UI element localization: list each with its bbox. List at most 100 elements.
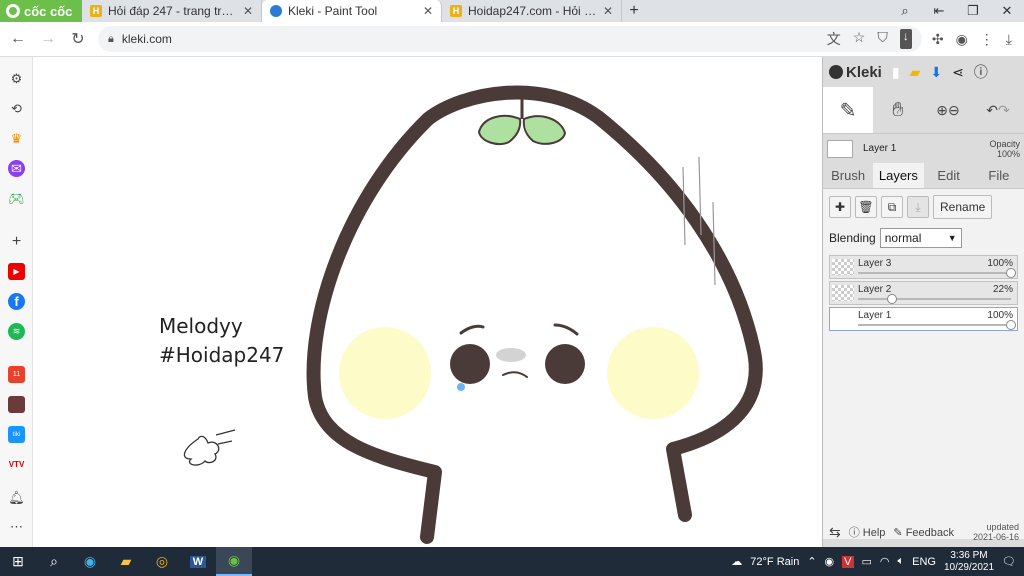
coccoc-logo[interactable]: cốc cốc <box>0 0 82 22</box>
delete-layer-button[interactable]: 🗑︎ <box>855 196 877 218</box>
tab-edit[interactable]: Edit <box>924 163 974 188</box>
more-icon[interactable]: ⋯ <box>8 518 25 535</box>
layer-item-1[interactable]: Layer 1 100% <box>829 307 1018 331</box>
save-download-icon[interactable]: ⬇ <box>930 64 942 81</box>
downloads-icon[interactable]: ⤓ <box>1006 31 1012 48</box>
brush-tool-button[interactable]: ✎ <box>823 87 873 133</box>
shield-icon[interactable]: ⛉ <box>877 29 888 49</box>
layer-list: Layer 3 100% Layer 2 22% Layer 1 100% <box>823 251 1024 337</box>
tab-brush[interactable]: Brush <box>823 163 873 188</box>
zoom-buttons[interactable]: ⊕ ⊖ <box>923 87 973 133</box>
redo-icon[interactable]: ↷ <box>998 102 1010 119</box>
chrome-button[interactable]: ◎ <box>144 547 180 576</box>
language-indicator[interactable]: ENG <box>912 556 936 568</box>
download-icon[interactable]: ↓ <box>899 29 912 49</box>
restore-window-button[interactable]: ❐ <box>956 3 990 19</box>
new-image-icon[interactable]: ▮ <box>892 64 900 81</box>
blending-select[interactable]: normal ▼ <box>879 228 962 248</box>
help-link[interactable]: ⓘ Help <box>849 524 886 540</box>
clock[interactable]: 3:36 PM 10/29/2021 <box>944 550 994 574</box>
profile-icon[interactable]: ◉ <box>956 31 968 48</box>
search-button[interactable]: ⌕ <box>36 547 72 576</box>
history-icon[interactable]: ⟲ <box>8 100 25 117</box>
tab-layers[interactable]: Layers <box>873 163 924 188</box>
game-thumbnail-icon[interactable] <box>8 396 25 413</box>
menu-icon[interactable]: ⋮ <box>980 31 994 48</box>
tab-search-icon[interactable]: ⌕ <box>888 3 922 19</box>
add-shortcut-icon[interactable]: + <box>8 233 25 250</box>
layer-item-3[interactable]: Layer 3 100% <box>829 255 1018 279</box>
opacity-slider-track[interactable] <box>858 324 1011 326</box>
duplicate-layer-button[interactable]: ⧉ <box>881 196 903 218</box>
tray-arrow-icon[interactable]: ⌃ <box>807 555 816 568</box>
help-circle-icon[interactable]: ⓘ <box>974 62 988 82</box>
tab-file[interactable]: File <box>974 163 1024 188</box>
swap-side-icon[interactable]: ⇆ <box>829 524 841 541</box>
crown-icon[interactable]: ♛ <box>8 130 25 147</box>
kleki-logo[interactable]: Kleki <box>829 64 882 81</box>
weather-text[interactable]: 72°F Rain <box>750 556 799 568</box>
tab-kleki[interactable]: Kleki - Paint Tool ✕ <box>262 0 442 22</box>
coccoc-taskbar-button[interactable]: ◉ <box>216 547 252 576</box>
wifi-icon[interactable]: ◠ <box>880 555 890 568</box>
youtube-icon[interactable]: ▶ <box>8 263 25 280</box>
tab-hoidap-1[interactable]: H Hỏi đáp 247 - trang tra loi ✕ <box>82 0 262 22</box>
reload-button[interactable]: ↻ <box>68 29 88 49</box>
bookmark-star-icon[interactable]: ☆ <box>853 29 866 49</box>
weather-icon[interactable]: ☁ <box>731 555 742 568</box>
layer-item-2[interactable]: Layer 2 22% <box>829 281 1018 305</box>
close-tab-icon[interactable]: ✕ <box>603 4 613 18</box>
open-folder-icon[interactable]: ▰ <box>910 64 921 81</box>
lock-icon[interactable]: 🔒︎ <box>108 33 114 46</box>
undo-redo-buttons[interactable]: ↶ ↷ <box>973 87 1023 133</box>
forward-button[interactable]: → <box>38 30 58 48</box>
right-eye <box>545 344 585 384</box>
add-layer-button[interactable]: ✚ <box>829 196 851 218</box>
tiki-icon[interactable]: tiki <box>8 426 25 443</box>
extensions-icon[interactable]: ✣ <box>932 31 944 48</box>
close-tab-icon[interactable]: ✕ <box>243 4 253 18</box>
opacity-slider-track[interactable] <box>858 298 1011 300</box>
messenger-icon[interactable]: ✉ <box>8 160 25 177</box>
tab-hoidap-2[interactable]: H Hoidap247.com - Hỏi đáp on ✕ <box>442 0 622 22</box>
facebook-icon[interactable]: f <box>8 293 25 310</box>
word-button[interactable]: W <box>180 547 216 576</box>
feedback-link[interactable]: ✎ Feedback <box>893 526 954 539</box>
merge-layer-button[interactable]: ⤓ <box>907 196 929 218</box>
translate-icon[interactable]: 文 <box>827 29 841 49</box>
edge-button[interactable]: ◉ <box>72 547 108 576</box>
address-bar[interactable]: 🔒︎ kleki.com 文 ☆ ⛉ ↓ <box>98 26 922 52</box>
game-icon[interactable]: 🎮︎ <box>8 190 25 207</box>
vpn-tray-icon[interactable]: V <box>842 555 854 568</box>
back-icon[interactable]: ⇤ <box>922 3 956 19</box>
settings-gear-icon[interactable]: ⚙ <box>8 70 25 87</box>
volume-icon[interactable]: 🔈︎ <box>898 555 905 568</box>
file-explorer-button[interactable]: ▰ <box>108 547 144 576</box>
close-window-button[interactable]: ✕ <box>990 3 1024 19</box>
back-button[interactable]: ← <box>8 30 28 48</box>
drawing-canvas[interactable]: Melodyy #Hoidap247 <box>33 57 822 547</box>
rename-layer-button[interactable]: Rename <box>933 195 993 219</box>
tab-label: Kleki - Paint Tool <box>288 4 378 18</box>
coccoc-tray-icon[interactable]: ◉ <box>825 555 835 568</box>
close-tab-icon[interactable]: ✕ <box>423 4 433 18</box>
hand-tool-button[interactable]: ✋︎ <box>873 87 923 133</box>
undo-icon[interactable]: ↶ <box>986 102 998 119</box>
opacity-slider-handle[interactable] <box>1006 320 1016 330</box>
current-layer-thumbnail[interactable] <box>827 139 853 158</box>
notification-bell-icon[interactable]: 🔔︎ <box>8 489 25 506</box>
new-tab-button[interactable]: + <box>622 0 646 22</box>
start-button[interactable]: ⊞ <box>0 547 36 576</box>
notifications-icon[interactable]: 🗨︎ <box>1002 555 1016 568</box>
spotify-icon[interactable]: ≋ <box>8 323 25 340</box>
vtv-icon[interactable]: VTV <box>8 456 25 473</box>
zoom-out-icon[interactable]: ⊖ <box>948 102 960 119</box>
opacity-slider-handle[interactable] <box>1006 268 1016 278</box>
share-icon[interactable]: ⋖ <box>952 64 964 81</box>
opacity-slider-track[interactable] <box>858 272 1011 274</box>
monitor-tray-icon[interactable]: ▭ <box>862 555 872 568</box>
zoom-in-icon[interactable]: ⊕ <box>936 102 948 119</box>
puff-line-1 <box>215 429 236 436</box>
opacity-slider-handle[interactable] <box>886 294 897 304</box>
shopee-icon[interactable]: 11 <box>8 366 25 383</box>
